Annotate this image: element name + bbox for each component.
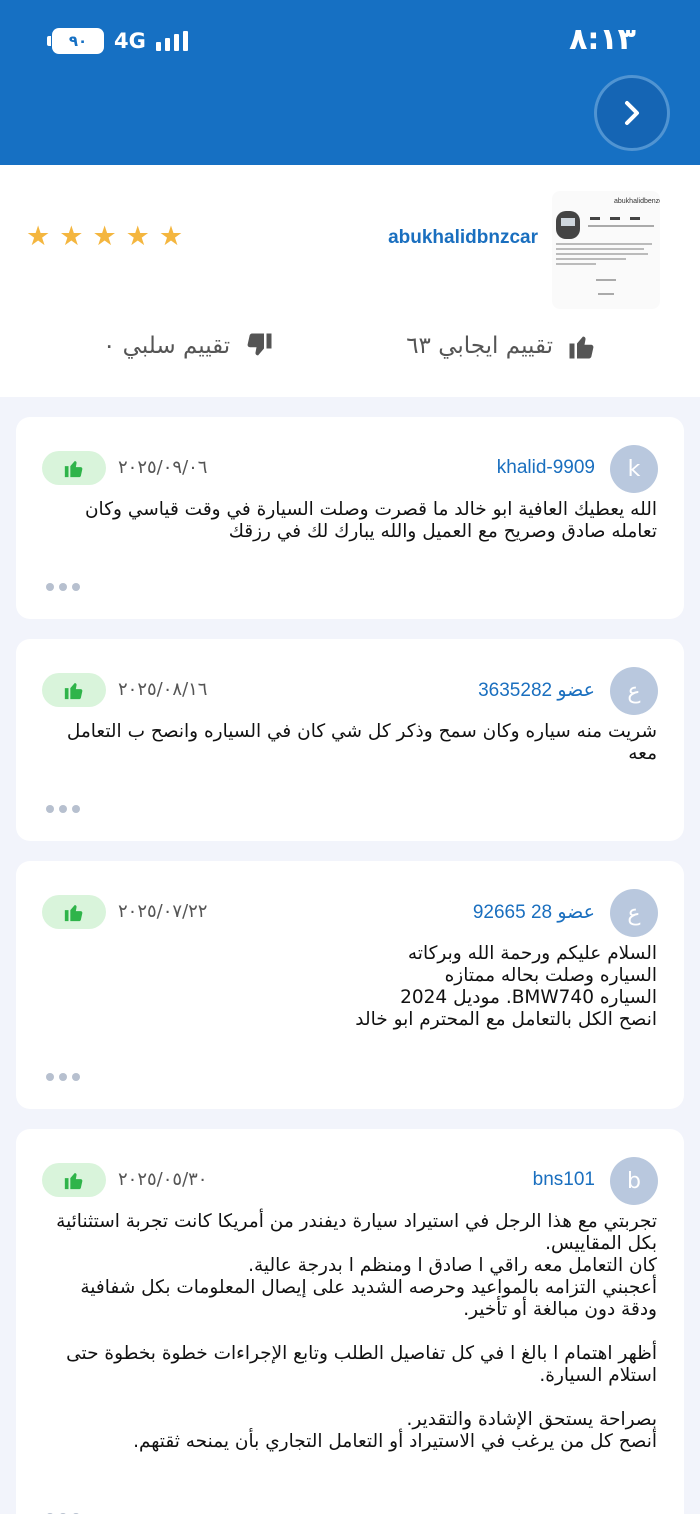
thumbs-up-icon <box>64 683 83 700</box>
battery-icon: ٩٠ <box>47 28 104 54</box>
negative-rating[interactable]: تقييم سلبي ٠ <box>103 331 274 361</box>
positive-badge <box>42 673 106 707</box>
signal-icon <box>155 31 188 51</box>
thumbs-up-icon <box>64 461 83 478</box>
review-date: ٢٠٢٥/٠٥/٣٠ <box>118 1169 208 1190</box>
review-card: ع عضو 28 92665 ٢٠٢٥/٠٧/٢٢ السلام عليكم و… <box>16 861 684 1109</box>
review-text: الله يعطيك العافية ابو خالد ما قصرت وصلت… <box>84 499 657 542</box>
review-date: ٢٠٢٥/٠٨/١٦ <box>118 679 208 700</box>
reviews-list: k khalid-9909 ٢٠٢٥/٠٩/٠٦ الله يعطيك العا… <box>0 397 700 1514</box>
reviewer-name[interactable]: khalid-9909 <box>497 457 595 479</box>
positive-badge <box>42 451 106 485</box>
star-icon: ★ <box>26 221 51 252</box>
review-card: k khalid-9909 ٢٠٢٥/٠٩/٠٦ الله يعطيك العا… <box>16 417 684 619</box>
reviewer-name[interactable]: bns101 <box>533 1169 595 1191</box>
back-button[interactable] <box>597 78 667 148</box>
negative-rating-label: تقييم سلبي ٠ <box>103 333 231 359</box>
rating-summary: تقييم ايجابي ٦٣ تقييم سلبي ٠ <box>0 331 700 371</box>
review-date: ٢٠٢٥/٠٧/٢٢ <box>118 901 208 922</box>
review-card: ع عضو 3635282 ٢٠٢٥/٠٨/١٦ شريت منه سياره … <box>16 639 684 841</box>
reviewer-name[interactable]: عضو 3635282 <box>478 679 595 702</box>
review-date: ٢٠٢٥/٠٩/٠٦ <box>118 457 208 478</box>
thumbs-down-icon <box>247 333 272 356</box>
star-icon: ★ <box>92 221 117 252</box>
positive-rating[interactable]: تقييم ايجابي ٦٣ <box>406 331 597 361</box>
star-icon: ★ <box>158 221 184 252</box>
seller-profile: abukhalidbenzcars abukhalidbnzcar ★ ★ ★ … <box>0 165 700 397</box>
status-left: ٩٠ 4G <box>47 28 188 54</box>
thumbs-up-icon <box>64 1173 83 1190</box>
review-text: السلام عليكم ورحمة الله وبركاته السياره … <box>355 943 657 1030</box>
review-text: شريت منه سياره وكان سمح وذكر كل شي كان ف… <box>66 721 657 764</box>
network-label: 4G <box>114 29 146 53</box>
chevron-right-icon <box>625 101 639 125</box>
positive-badge <box>42 895 106 929</box>
seller-username[interactable]: abukhalidbnzcar <box>388 227 538 249</box>
more-options-icon[interactable] <box>46 805 80 813</box>
positive-badge <box>42 1163 106 1197</box>
review-card: b bns101 ٢٠٢٥/٠٥/٣٠ تجربتي مع هذا الرجل … <box>16 1129 684 1514</box>
rating-stars: ★ ★ ★ ★ ★ <box>26 223 183 250</box>
more-options-icon[interactable] <box>46 583 80 591</box>
reviewer-avatar[interactable]: k <box>610 445 658 493</box>
review-text: تجربتي مع هذا الرجل في استيراد سيارة ديف… <box>56 1211 657 1452</box>
status-time: ٨:١٣ <box>569 22 636 57</box>
app-header: ٩٠ 4G ٨:١٣ <box>0 0 700 165</box>
thumb-handle: abukhalidbenzcars <box>614 198 660 205</box>
reviewer-avatar[interactable]: ع <box>610 667 658 715</box>
positive-rating-label: تقييم ايجابي ٦٣ <box>406 333 553 359</box>
profile-thumbnail[interactable]: abukhalidbenzcars <box>552 191 660 309</box>
reviewer-name[interactable]: عضو 28 92665 <box>473 901 595 924</box>
reviewer-avatar[interactable]: b <box>610 1157 658 1205</box>
thumbs-up-icon <box>569 336 594 359</box>
more-options-icon[interactable] <box>46 1073 80 1081</box>
thumbs-up-icon <box>64 905 83 922</box>
reviewer-avatar[interactable]: ع <box>610 889 658 937</box>
star-icon: ★ <box>125 221 150 252</box>
star-icon: ★ <box>59 221 84 252</box>
